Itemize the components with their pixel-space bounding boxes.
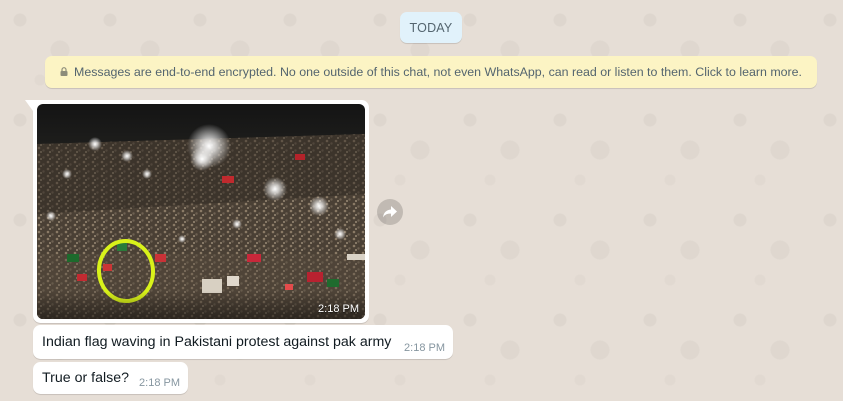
message-timestamp: 2:18 PM [139, 377, 180, 389]
forward-icon [383, 206, 397, 218]
bubble-tail [25, 100, 33, 111]
forward-button[interactable] [377, 199, 403, 225]
message-text: True or false? [42, 370, 130, 386]
photo-shade [37, 291, 365, 319]
text-message-bubble[interactable]: True or false? 2:18 PM [33, 362, 188, 394]
message-photo[interactable] [37, 104, 365, 319]
date-separator: TODAY [400, 12, 462, 43]
message-timestamp: 2:18 PM [318, 303, 359, 315]
image-message-bubble[interactable]: 2:18 PM [25, 100, 369, 323]
encryption-notice[interactable]: Messages are end-to-end encrypted. No on… [45, 56, 817, 88]
date-separator-label: TODAY [409, 20, 453, 35]
encryption-notice-text: Messages are end-to-end encrypted. No on… [74, 65, 802, 79]
message-timestamp: 2:18 PM [404, 342, 445, 354]
lock-icon [60, 66, 68, 76]
text-message-bubble[interactable]: Indian flag waving in Pakistani protest … [33, 325, 453, 359]
message-text: Indian flag waving in Pakistani protest … [42, 334, 392, 350]
